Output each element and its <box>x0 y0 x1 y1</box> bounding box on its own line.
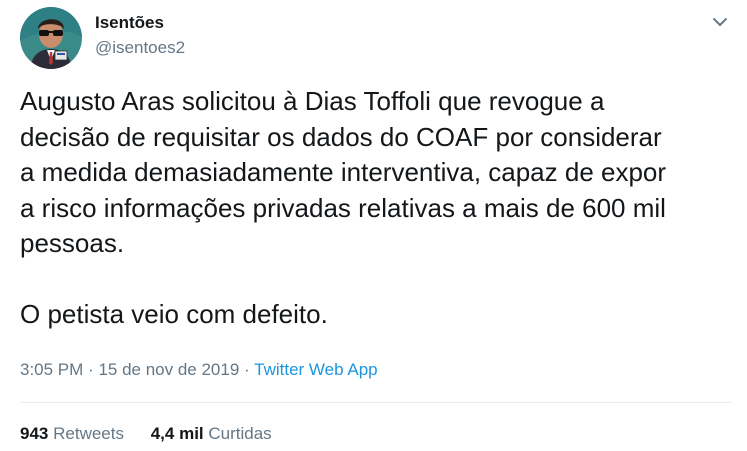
tweet-stats: 943 Retweets 4,4 mil Curtidas <box>20 424 272 444</box>
divider <box>20 402 732 403</box>
meta-separator: · <box>88 360 94 379</box>
author-name[interactable]: Isentões <box>95 13 164 33</box>
tweet-text-line: a risco informações privadas relativas a… <box>20 192 666 223</box>
likes-count: 4,4 mil <box>150 424 204 443</box>
tweet-text-line: decisão de requisitar os dados do COAF p… <box>20 121 662 152</box>
tweet-date[interactable]: 15 de nov de 2019 <box>98 360 239 379</box>
chevron-down-icon[interactable] <box>708 10 732 34</box>
tweet-text-line: pessoas. <box>20 228 125 258</box>
source-app-link[interactable]: Twitter Web App <box>254 360 377 379</box>
tweet: Isentões @isentoes2 Augusto Aras solicit… <box>0 0 747 451</box>
likes-stat[interactable]: 4,4 mil Curtidas <box>151 424 272 443</box>
tweet-text-line: Augusto Aras solicitou à Dias Toffoli qu… <box>20 86 605 116</box>
retweets-count: 943 <box>20 424 49 443</box>
tweet-text-line: a medida demasiadamente interventiva, ca… <box>20 157 667 187</box>
retweets-label: Retweets <box>53 424 124 443</box>
tweet-text: Augusto Aras solicitou à Dias Toffoli qu… <box>20 84 732 333</box>
likes-label: Curtidas <box>208 424 272 443</box>
tweet-time[interactable]: 3:05 PM <box>20 360 83 379</box>
retweets-stat[interactable]: 943 Retweets <box>20 424 129 443</box>
tweet-text-line: O petista veio com defeito. <box>20 299 328 329</box>
avatar-icon <box>20 7 82 69</box>
tweet-meta: 3:05 PM · 15 de nov de 2019 · Twitter We… <box>20 360 378 380</box>
avatar[interactable] <box>20 7 82 69</box>
author-handle[interactable]: @isentoes2 <box>95 38 185 58</box>
meta-separator: · <box>244 360 250 379</box>
